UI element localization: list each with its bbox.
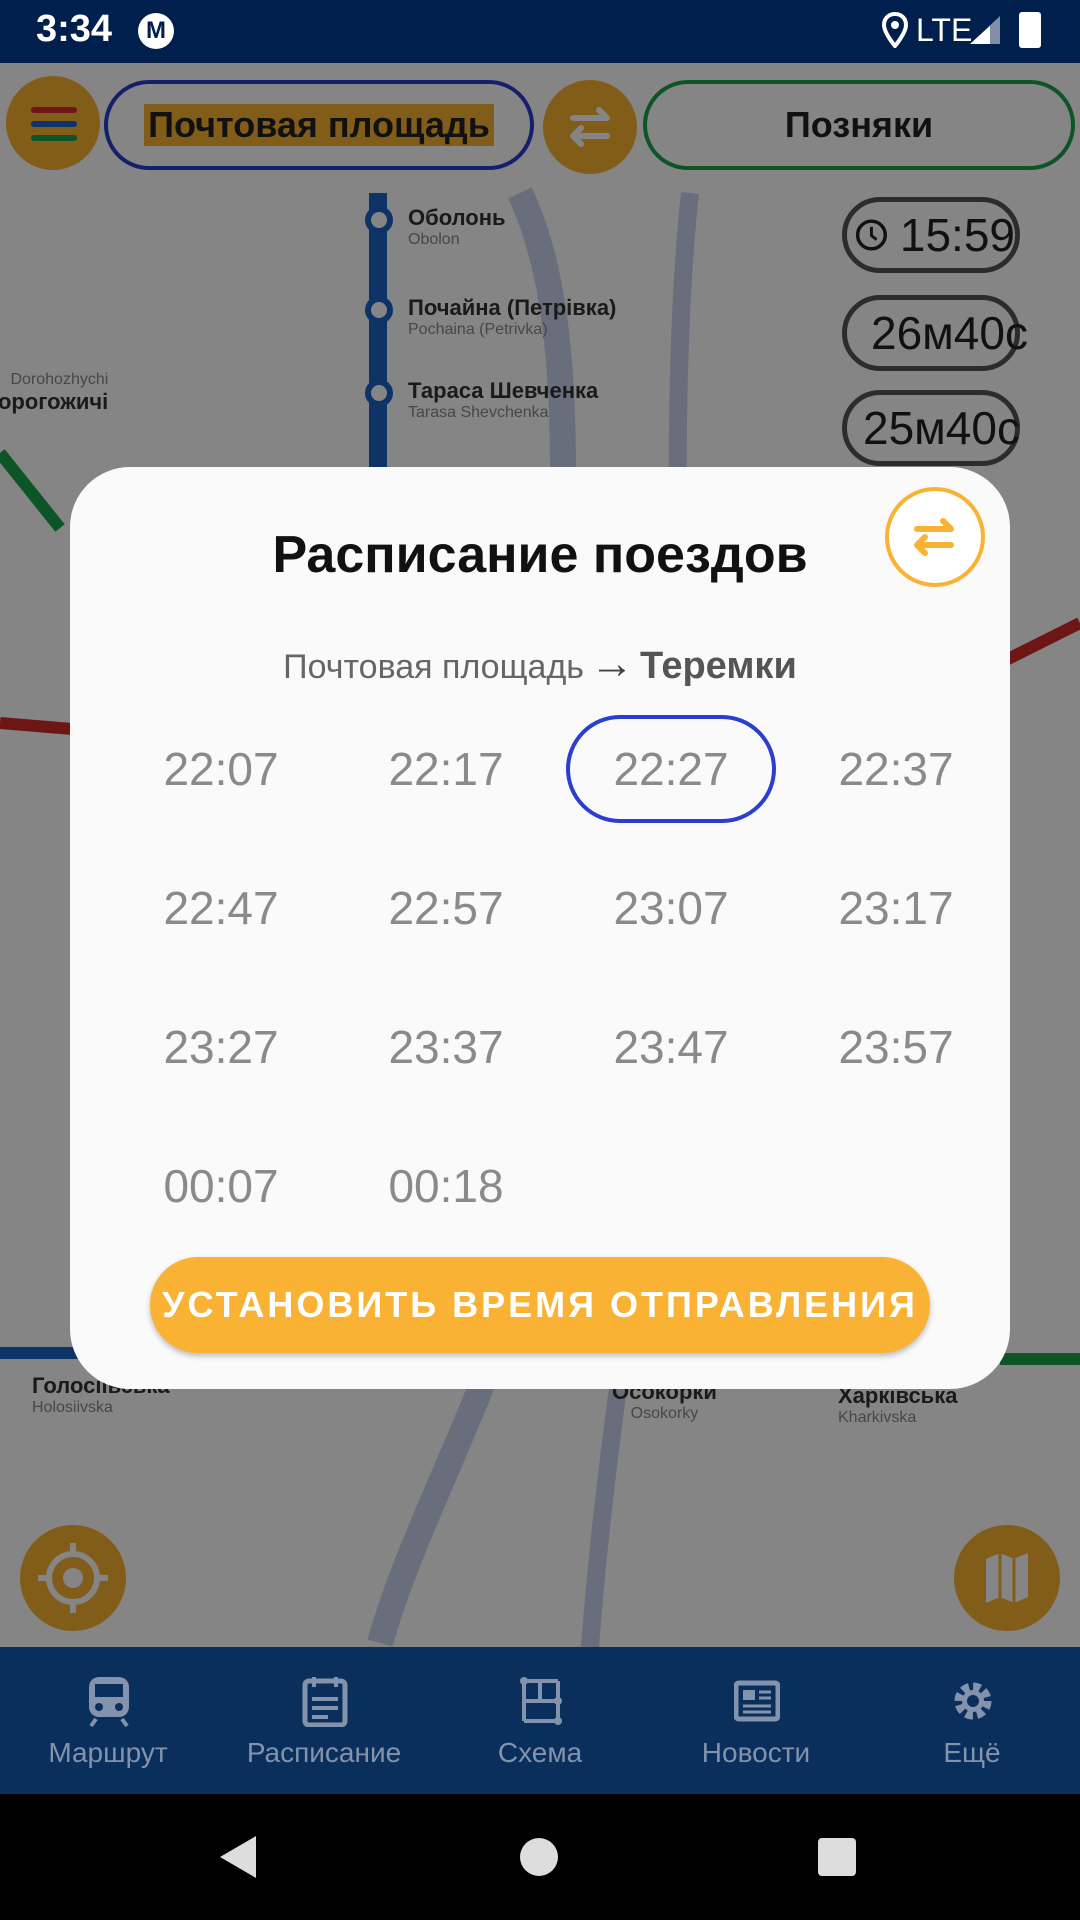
- nav-item-scheme[interactable]: Схема: [432, 1647, 648, 1794]
- nav-item-more[interactable]: Ещё: [864, 1647, 1080, 1794]
- status-bar: 3:34 M LTE: [0, 0, 1080, 63]
- signal-icon: [970, 16, 1000, 44]
- bottom-nav: Маршрут Расписание Схема Новости Ещё: [0, 1647, 1080, 1794]
- departure-time-option[interactable]: 22:27: [566, 715, 776, 823]
- metro-app-icon: M: [138, 13, 174, 49]
- departure-time-option[interactable]: 22:17: [341, 715, 551, 823]
- departure-time-option[interactable]: 23:47: [566, 993, 776, 1101]
- calendar-icon: [302, 1677, 348, 1727]
- home-icon[interactable]: [520, 1838, 558, 1876]
- nav-item-route[interactable]: Маршрут: [0, 1647, 216, 1794]
- nav-label: Схема: [497, 1737, 583, 1768]
- nav-label: Маршрут: [48, 1737, 168, 1768]
- system-nav-bar: [0, 1794, 1080, 1920]
- departure-time-option[interactable]: 22:07: [116, 715, 326, 823]
- scheme-icon: [520, 1677, 562, 1725]
- departure-time-option[interactable]: 23:37: [341, 993, 551, 1101]
- departure-time-option[interactable]: 22:47: [116, 854, 326, 962]
- schedule-dialog: Расписание поездов Почтовая площадь → Тере…: [70, 467, 1010, 1389]
- status-time: 3:34: [36, 8, 113, 50]
- route-to: Теремки: [640, 645, 797, 687]
- set-departure-button[interactable]: УСТАНОВИТЬ ВРЕМЯ ОТПРАВЛЕНИЯ: [150, 1257, 930, 1353]
- nav-label: Расписание: [246, 1737, 402, 1768]
- nav-label: Новости: [701, 1737, 811, 1768]
- train-icon: [89, 1677, 129, 1727]
- news-icon: [734, 1680, 780, 1722]
- route-summary: Почтовая площадь → Теремки: [70, 639, 1010, 689]
- nav-item-news[interactable]: Новости: [648, 1647, 864, 1794]
- arrow-right-icon: →: [590, 639, 635, 688]
- departure-time-option[interactable]: 23:57: [791, 993, 1001, 1101]
- departure-time-option[interactable]: 22:57: [341, 854, 551, 962]
- departure-time-option[interactable]: 00:07: [116, 1132, 326, 1240]
- recents-icon[interactable]: [818, 1838, 856, 1876]
- nav-label: Ещё: [943, 1737, 1001, 1768]
- location-icon: [882, 12, 908, 48]
- gear-icon: [954, 1682, 992, 1720]
- network-type: LTE: [916, 12, 973, 48]
- departure-time-option[interactable]: 22:37: [791, 715, 1001, 823]
- route-from: Почтовая площадь: [283, 648, 585, 686]
- nav-item-schedule[interactable]: Расписание: [216, 1647, 432, 1794]
- dialog-swap-button[interactable]: [885, 487, 985, 587]
- battery-icon: [1019, 12, 1041, 48]
- departure-time-option[interactable]: 00:18: [341, 1132, 551, 1240]
- dialog-title: Расписание поездов: [272, 526, 808, 584]
- departure-time-option[interactable]: 23:07: [566, 854, 776, 962]
- back-icon[interactable]: [218, 1834, 258, 1880]
- swap-icon: [914, 518, 954, 556]
- departure-time-option[interactable]: 23:17: [791, 854, 1001, 962]
- departure-time-option[interactable]: 23:27: [116, 993, 326, 1101]
